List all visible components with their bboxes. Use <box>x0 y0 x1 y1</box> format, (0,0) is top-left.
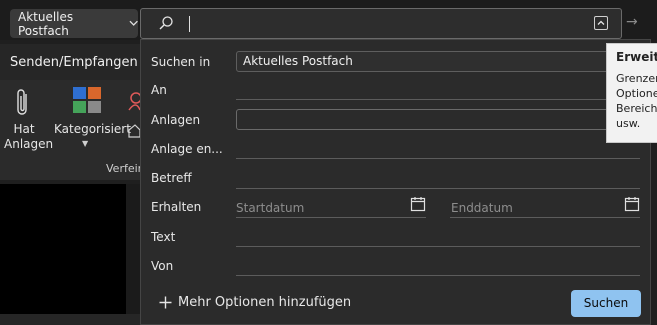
has-attachments-label-1: Hat <box>13 122 35 136</box>
reading-pane-preview <box>0 184 126 314</box>
collapse-filters-button[interactable] <box>594 16 608 30</box>
text-field[interactable] <box>236 246 640 247</box>
status-strip <box>0 314 140 325</box>
envelope-icon <box>128 124 140 138</box>
chevron-down-icon: ▼ <box>82 139 89 148</box>
search-input[interactable] <box>140 8 622 39</box>
categorize-icon <box>73 87 101 113</box>
search-in-value: Aktuelles Postfach <box>243 54 353 68</box>
start-date-field[interactable]: Startdatum <box>236 201 304 215</box>
ribbon-group-label: Verfein <box>106 162 145 175</box>
attachment-contains-field[interactable] <box>236 158 640 159</box>
pane-divider <box>126 184 140 325</box>
search-in-label: Suchen in <box>151 55 211 69</box>
subject-label: Betreff <box>151 171 192 185</box>
tooltip-line: Bereich, <box>616 102 657 115</box>
attachments-label: Anlagen <box>151 113 201 127</box>
categorized-button[interactable]: Kategorisiert <box>54 122 131 136</box>
search-in-dropdown[interactable]: Aktuelles Postfach <box>236 51 640 72</box>
tab-send-receive[interactable]: Senden/Empfangen <box>10 55 138 70</box>
calendar-icon[interactable] <box>410 196 426 212</box>
received-label: Erhalten <box>151 200 202 214</box>
text-label: Text <box>151 230 176 244</box>
paperclip-icon <box>17 89 27 115</box>
tooltip: Erweite Grenzer Optione Bereich, usw. <box>606 43 657 143</box>
from-label: Von <box>151 259 174 273</box>
has-attachments-label-2: Anlagen <box>4 137 54 151</box>
tooltip-line: Optione <box>616 87 657 100</box>
search-button[interactable]: Suchen <box>571 290 641 317</box>
chevron-up-icon <box>597 20 605 25</box>
plus-icon <box>159 296 172 309</box>
to-field[interactable] <box>236 99 640 100</box>
tooltip-line: usw. <box>616 117 641 130</box>
search-scope-label: Aktuelles Postfach <box>18 9 74 38</box>
add-more-options-button[interactable]: Mehr Optionen hinzufügen <box>159 295 351 310</box>
end-date-field[interactable]: Enddatum <box>451 201 513 215</box>
has-attachments-button[interactable]: Hat Anlagen <box>4 122 54 152</box>
end-date-underline <box>450 217 640 218</box>
search-scope-dropdown[interactable]: Aktuelles Postfach <box>10 9 138 38</box>
start-date-underline <box>236 217 426 218</box>
attachment-contains-label: Anlage en... <box>151 142 223 156</box>
calendar-icon[interactable] <box>624 196 640 212</box>
advanced-search-panel: Suchen in Aktuelles Postfach An Anlagen … <box>140 39 651 325</box>
chevron-down-icon <box>129 20 138 26</box>
from-field[interactable] <box>236 275 640 276</box>
subject-field[interactable] <box>236 188 640 189</box>
to-label: An <box>151 83 167 97</box>
search-icon <box>159 16 173 30</box>
tooltip-title: Erweite <box>616 50 657 64</box>
arrow-right-icon[interactable]: → <box>626 14 638 30</box>
add-more-options-label: Mehr Optionen hinzufügen <box>178 295 352 310</box>
person-icon <box>128 92 140 111</box>
tooltip-line: Grenzer <box>616 72 657 85</box>
text-cursor <box>189 16 190 32</box>
attachments-dropdown[interactable] <box>236 109 640 130</box>
